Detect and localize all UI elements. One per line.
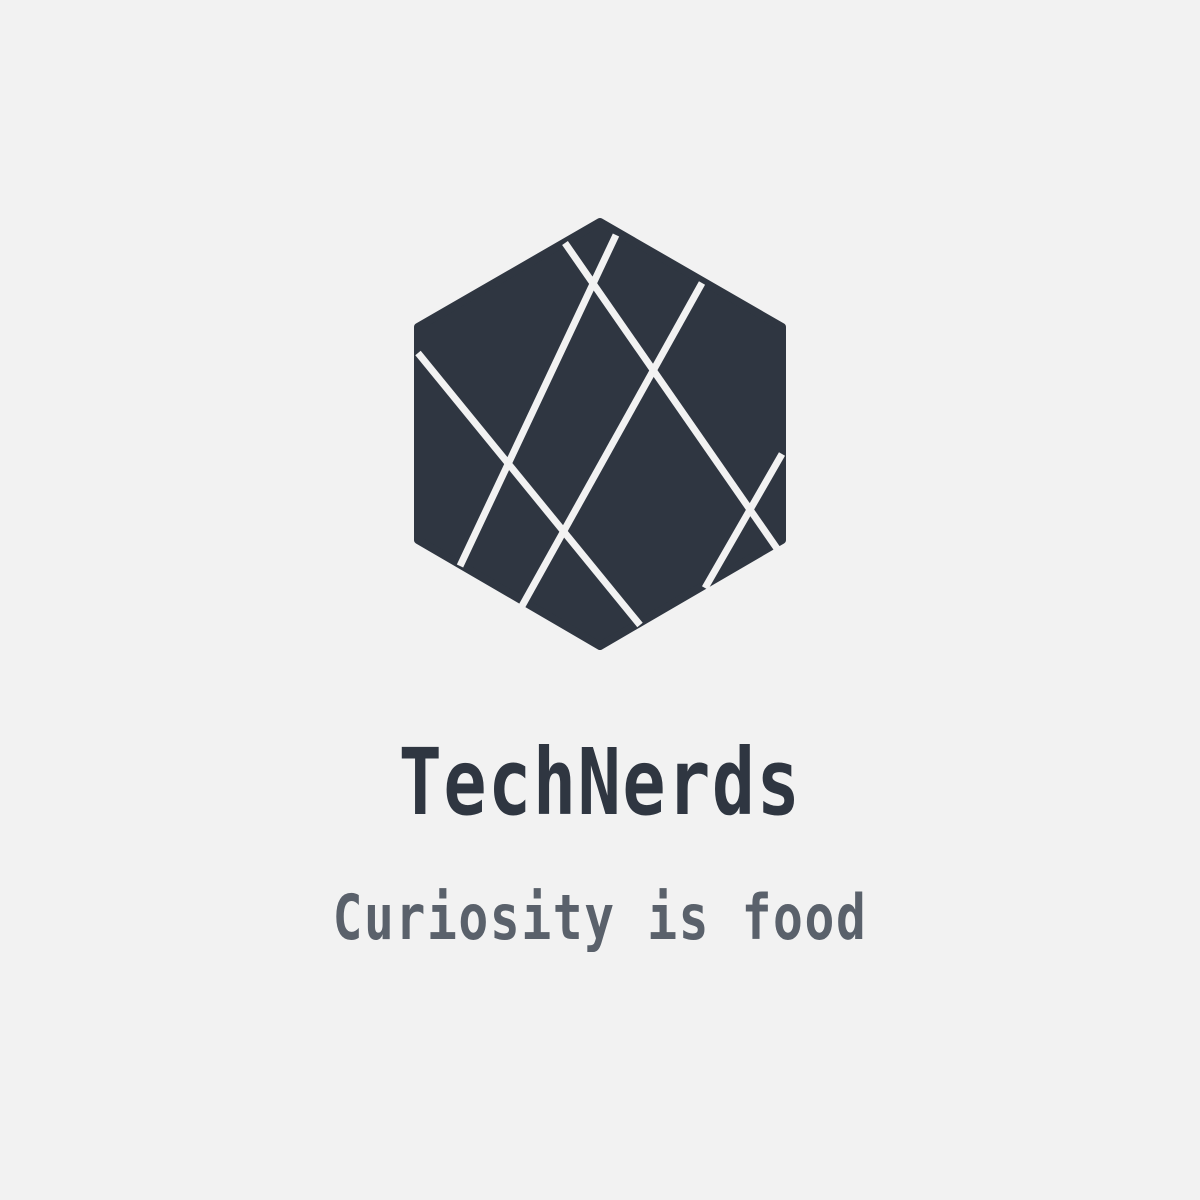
brand-name: TechNerds [398, 729, 802, 836]
logo-canvas: TechNerds Curiosity is food [0, 0, 1200, 1200]
faceted-hexagon-icon [414, 218, 786, 650]
tagline: Curiosity is food [332, 881, 868, 954]
hexagon-shape [414, 218, 786, 650]
